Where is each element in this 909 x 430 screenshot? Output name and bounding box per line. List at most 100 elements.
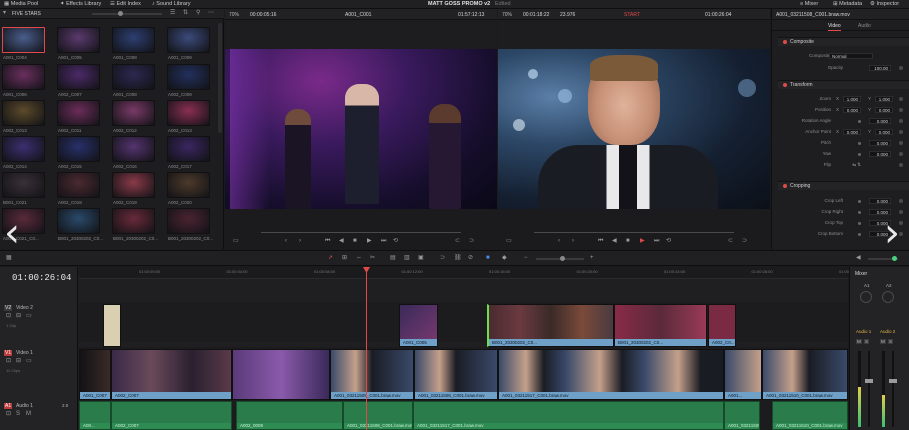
enable-dot-icon[interactable] xyxy=(783,40,787,44)
source-video-frame[interactable] xyxy=(225,49,497,209)
a1-clip[interactable]: A00... xyxy=(79,401,111,430)
y-field[interactable]: 0.000 xyxy=(875,129,893,135)
a1-clip[interactable]: A002_C007 xyxy=(111,401,232,430)
media-thumbnail[interactable] xyxy=(2,172,45,198)
value-field[interactable]: 0.000 xyxy=(869,151,891,157)
keyframe-icon[interactable] xyxy=(899,163,903,167)
track-visibility-icon[interactable]: ▭ xyxy=(26,313,32,320)
play-icon[interactable]: ▶ xyxy=(367,238,372,245)
cropping-section[interactable]: Cropping xyxy=(778,181,909,190)
viewer-options-icon[interactable]: ▭ xyxy=(506,238,512,245)
marker-icon[interactable]: ◆ xyxy=(502,255,507,262)
thumbnail-size-slider[interactable] xyxy=(92,13,162,15)
loop-icon[interactable]: ⟲ xyxy=(666,238,671,245)
value-field[interactable]: 0.000 xyxy=(869,198,891,204)
source-jog-bar[interactable] xyxy=(261,232,461,233)
zoom-in-icon[interactable]: + xyxy=(590,255,594,262)
flag-icon[interactable]: ■ xyxy=(486,255,490,262)
insert-clip-icon[interactable]: ▤ xyxy=(390,255,396,262)
media-thumbnail[interactable] xyxy=(167,100,210,126)
media-thumbnail[interactable] xyxy=(57,208,100,234)
y-field[interactable]: 0.000 xyxy=(875,107,893,113)
v1-clip[interactable]: A002_C007 xyxy=(111,349,232,400)
search-icon[interactable]: ⚲ xyxy=(196,10,200,17)
fader-handle[interactable] xyxy=(865,379,873,383)
v2-track-id[interactable]: V2 xyxy=(4,305,13,311)
position-lock-icon[interactable]: ⊘ xyxy=(468,255,473,262)
media-thumbnail[interactable] xyxy=(2,100,45,126)
timeline-video-frame[interactable] xyxy=(498,49,770,209)
media-thumbnail[interactable] xyxy=(112,172,155,198)
start-marker[interactable]: START xyxy=(624,12,640,18)
media-thumbnail[interactable] xyxy=(167,27,210,53)
a1-clip[interactable]: A002_0008 xyxy=(236,401,343,430)
media-thumbnail[interactable] xyxy=(2,27,45,53)
mute-icon[interactable]: M xyxy=(26,411,31,418)
media-thumbnail[interactable] xyxy=(112,27,155,53)
v1-clip[interactable]: A001_03211510_C001.braw.mov xyxy=(762,349,848,400)
go-to-start-icon[interactable]: ⏮ xyxy=(598,238,603,245)
a1-clip[interactable]: A001_03211509_C001... xyxy=(724,401,760,430)
media-pool-scrollbar[interactable] xyxy=(218,23,222,133)
enable-dot-icon[interactable] xyxy=(783,184,787,188)
v1-track-id[interactable]: V1 xyxy=(4,350,13,356)
keyframe-icon[interactable] xyxy=(899,97,903,101)
go-to-end-icon[interactable]: ⏭ xyxy=(654,238,659,245)
media-thumbnail[interactable] xyxy=(57,27,100,53)
jog-right-icon[interactable]: › xyxy=(299,238,301,245)
v2-clip[interactable]: A001_C005 xyxy=(399,304,438,347)
value-field[interactable]: 0.000 xyxy=(869,140,891,146)
flip-icon[interactable]: ⇆ ⇅ xyxy=(852,161,861,169)
media-thumbnail[interactable] xyxy=(112,64,155,90)
zoom-out-icon[interactable]: − xyxy=(524,255,528,262)
solo-button[interactable]: S xyxy=(864,339,870,344)
jog-left-icon[interactable]: ‹ xyxy=(285,238,287,245)
v2-title-clip[interactable] xyxy=(103,304,121,347)
solo-icon[interactable]: S xyxy=(16,411,20,418)
v1-clip[interactable]: A001_03211517_C001.braw.mov xyxy=(498,349,724,400)
layout-icon[interactable]: ▦ xyxy=(6,255,12,262)
keyframe-icon[interactable] xyxy=(899,199,903,203)
trim-tool-icon[interactable]: ⊞ xyxy=(342,255,347,262)
volume-handle[interactable] xyxy=(892,256,897,261)
slider-dot[interactable] xyxy=(858,233,861,236)
track-visibility-icon[interactable]: ▭ xyxy=(26,358,32,365)
loop-icon[interactable]: ⟲ xyxy=(393,238,398,245)
mute-button[interactable]: M xyxy=(880,339,886,344)
media-thumbnail[interactable] xyxy=(112,208,155,234)
lock-track-icon[interactable]: ⊡ xyxy=(6,313,11,320)
x-field[interactable]: 1.000 xyxy=(843,96,861,102)
overwrite-clip-icon[interactable]: ▥ xyxy=(404,255,410,262)
media-thumbnail[interactable] xyxy=(57,100,100,126)
sound-library-button[interactable]: ♪ Sound Library xyxy=(152,1,191,8)
v1-clip[interactable] xyxy=(232,349,330,400)
source-zoom[interactable]: 70% xyxy=(229,12,239,18)
media-thumbnail[interactable] xyxy=(167,172,210,198)
y-field[interactable]: 1.000 xyxy=(875,96,893,102)
a1-clip[interactable]: A001_03211517_C001.braw.mov xyxy=(413,401,724,430)
keyframe-icon[interactable] xyxy=(899,130,903,134)
bin-name[interactable]: FIVE STARS xyxy=(12,11,41,17)
composite-mode-select[interactable]: Normal xyxy=(829,53,873,59)
play-reverse-icon[interactable]: ◀ xyxy=(612,238,617,245)
keyframe-icon[interactable] xyxy=(899,141,903,145)
tab-audio[interactable]: Audio xyxy=(858,23,871,29)
pan-knob[interactable] xyxy=(882,291,894,303)
mixer-button[interactable]: ≡ Mixer xyxy=(800,1,818,8)
v1-clip[interactable]: A001_03211509_C001.braw.mov xyxy=(330,349,414,400)
slider-handle[interactable] xyxy=(118,11,123,16)
playhead[interactable] xyxy=(366,267,367,430)
mark-out-icon[interactable]: ⊃ xyxy=(742,238,747,245)
keyframe-icon[interactable] xyxy=(899,108,903,112)
fader-handle[interactable] xyxy=(889,379,897,383)
media-thumbnail[interactable] xyxy=(2,64,45,90)
list-view-icon[interactable]: ☰ xyxy=(170,10,175,17)
slider-dot[interactable] xyxy=(858,120,861,123)
chevron-right-icon[interactable]: › xyxy=(884,213,900,253)
go-to-start-icon[interactable]: ⏮ xyxy=(325,238,330,245)
speaker-icon[interactable]: ◀ xyxy=(856,255,861,262)
selection-tool-icon[interactable]: ➚ xyxy=(328,255,333,262)
replace-clip-icon[interactable]: ▣ xyxy=(418,255,424,262)
x-field[interactable]: 0.000 xyxy=(843,129,861,135)
composite-section[interactable]: Composite xyxy=(778,37,909,46)
